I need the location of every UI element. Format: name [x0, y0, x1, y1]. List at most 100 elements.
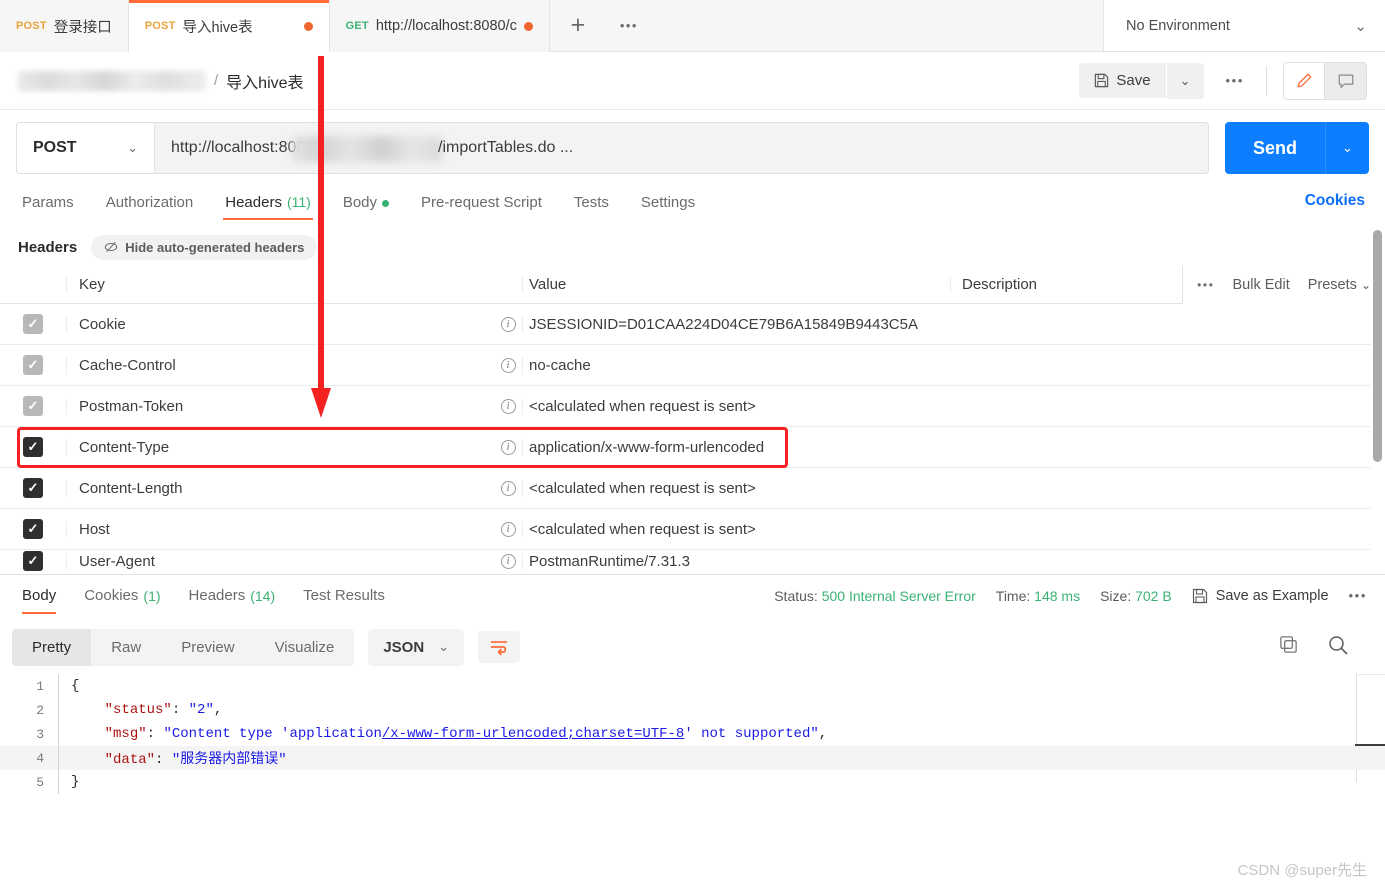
info-cell[interactable]: i — [494, 480, 522, 496]
table-more-button[interactable]: ••• — [1197, 278, 1214, 292]
header-key-cell[interactable]: Content-Length — [66, 479, 494, 497]
tabbar-filler — [651, 0, 1104, 51]
header-value-cell[interactable]: application/x-www-form-urlencoded — [522, 438, 950, 456]
header-value-cell[interactable]: <calculated when request is sent> — [522, 479, 950, 497]
save-options-button[interactable]: ⌄ — [1166, 62, 1204, 99]
row-checkbox[interactable]: ✓ — [0, 396, 66, 416]
view-raw-button[interactable]: Raw — [91, 629, 161, 666]
format-selector[interactable]: JSON ⌄ — [368, 628, 465, 666]
tab-label: Pre-request Script — [421, 194, 542, 211]
request-more-button[interactable]: ••• — [1204, 73, 1266, 88]
breadcrumb[interactable]: / 导入hive表 — [0, 69, 304, 93]
info-cell[interactable]: i — [494, 553, 522, 569]
tab-label: Test Results — [303, 587, 385, 604]
table-row[interactable]: ✓ User-Agent i PostmanRuntime/7.31.3 — [0, 550, 1371, 572]
wrap-lines-button[interactable] — [478, 631, 521, 663]
header-key-cell[interactable]: Postman-Token — [66, 397, 494, 415]
row-checkbox[interactable]: ✓ — [0, 437, 66, 457]
info-icon: i — [500, 480, 516, 496]
tab-authorization[interactable]: Authorization — [90, 194, 210, 220]
header-key-cell[interactable]: User-Agent — [66, 552, 494, 570]
edit-button[interactable] — [1283, 61, 1325, 100]
response-tab-headers[interactable]: Headers (14) — [175, 575, 290, 617]
response-tab-cookies[interactable]: Cookies (1) — [70, 575, 174, 617]
floppy-disk-icon — [1095, 73, 1109, 88]
response-body-code[interactable]: 1 { 2 "status": "2", 3 "msg": "Content t… — [0, 674, 1385, 814]
info-icon: i — [500, 521, 516, 537]
table-row[interactable]: ✓ Postman-Token i <calculated when reque… — [0, 386, 1371, 427]
header-value-cell[interactable]: JSESSIONID=D01CAA224D04CE79B6A15849B9443… — [522, 315, 950, 333]
tab-settings[interactable]: Settings — [625, 194, 711, 220]
view-pretty-button[interactable]: Pretty — [12, 628, 92, 666]
row-checkbox[interactable]: ✓ — [0, 551, 66, 571]
header-value-cell[interactable]: <calculated when request is sent> — [522, 520, 950, 538]
row-checkbox[interactable]: ✓ — [0, 314, 66, 334]
response-more-button[interactable]: ••• — [1349, 588, 1367, 603]
info-cell[interactable]: i — [494, 398, 522, 414]
tab-method: GET — [345, 20, 369, 32]
send-options-button[interactable]: ⌄ — [1325, 122, 1369, 174]
send-button[interactable]: Send — [1224, 122, 1325, 174]
postman-window: POST 登录接口 POST 导入hive表 GET http://localh… — [0, 0, 1385, 892]
tab-body[interactable]: Body — [327, 194, 405, 220]
tab-tests[interactable]: Tests — [558, 194, 625, 220]
hide-auto-generated-headers-button[interactable]: Hide auto-generated headers — [91, 234, 318, 260]
tab-params[interactable]: Params — [18, 194, 90, 220]
comment-button[interactable] — [1325, 61, 1367, 100]
header-key-cell[interactable]: Cookie — [66, 315, 494, 333]
new-tab-button[interactable]: + — [550, 0, 606, 51]
headers-subbar: Headers Hide auto-generated headers — [0, 228, 1385, 266]
code-line-1: 1 { — [0, 674, 1385, 698]
environment-selector[interactable]: No Environment ⌄ — [1104, 0, 1385, 51]
header-key-cell[interactable]: Content-Type — [66, 438, 494, 456]
headers-scrollbar[interactable] — [1373, 230, 1382, 462]
row-checkbox[interactable]: ✓ — [0, 478, 66, 498]
response-tab-body[interactable]: Body — [18, 575, 70, 617]
info-icon: i — [500, 316, 516, 332]
tab-headers[interactable]: Headers (11) — [209, 194, 327, 220]
code-line-2: 2 "status": "2", — [0, 698, 1385, 722]
response-tab-test-results[interactable]: Test Results — [289, 575, 399, 617]
row-checkbox[interactable]: ✓ — [0, 519, 66, 539]
cookies-link[interactable]: Cookies — [1305, 192, 1365, 210]
view-preview-button[interactable]: Preview — [161, 629, 254, 666]
request-tab-1[interactable]: POST 导入hive表 — [128, 0, 330, 52]
info-icon: i — [500, 357, 516, 373]
table-row[interactable]: ✓ Cookie i JSESSIONID=D01CAA224D04CE79B6… — [0, 304, 1371, 345]
line-number: 3 — [36, 726, 44, 742]
save-button[interactable]: Save — [1079, 63, 1166, 98]
header-value-cell[interactable]: no-cache — [522, 356, 950, 374]
comment-icon — [1338, 74, 1353, 88]
tab-pre-request-script[interactable]: Pre-request Script — [405, 194, 558, 220]
header-key-cell[interactable]: Host — [66, 520, 494, 538]
breadcrumb-row: / 导入hive表 Save ⌄ ••• — [0, 52, 1385, 110]
view-visualize-button[interactable]: Visualize — [255, 629, 355, 666]
save-as-example-label: Save as Example — [1215, 587, 1329, 604]
bulk-edit-button[interactable]: Bulk Edit — [1233, 277, 1290, 293]
save-as-example-button[interactable]: Save as Example — [1192, 588, 1329, 604]
table-row[interactable]: ✓ Host i <calculated when request is sen… — [0, 509, 1371, 550]
table-row-content-type[interactable]: ✓ Content-Type i application/x-www-form-… — [0, 427, 1371, 468]
search-button[interactable] — [1327, 634, 1349, 661]
header-value-cell[interactable]: PostmanRuntime/7.31.3 — [522, 552, 950, 570]
info-cell[interactable]: i — [494, 439, 522, 455]
request-tab-2[interactable]: GET http://localhost:8080/c — [329, 0, 550, 52]
info-cell[interactable]: i — [494, 316, 522, 332]
request-tab-0[interactable]: POST 登录接口 — [0, 0, 129, 52]
row-checkbox[interactable]: ✓ — [0, 355, 66, 375]
inline-link[interactable]: /x-www-form-urlencoded;charset=UTF-8 — [382, 726, 684, 742]
table-row[interactable]: ✓ Content-Length i <calculated when requ… — [0, 468, 1371, 509]
info-cell[interactable]: i — [494, 521, 522, 537]
header-key-cell[interactable]: Cache-Control — [66, 356, 494, 374]
page-title: 导入hive表 — [226, 74, 304, 92]
info-cell[interactable]: i — [494, 357, 522, 373]
tab-label: Authorization — [105, 194, 194, 211]
tab-options-button[interactable]: ••• — [606, 0, 652, 51]
method-selector[interactable]: POST ⌄ — [16, 122, 154, 174]
presets-button[interactable]: Presets ⌄ — [1308, 277, 1371, 293]
code-line-5: 5 } — [0, 770, 1385, 794]
copy-button[interactable] — [1278, 634, 1299, 660]
header-value-cell[interactable]: <calculated when request is sent> — [522, 397, 950, 415]
pencil-icon — [1297, 73, 1312, 87]
table-row[interactable]: ✓ Cache-Control i no-cache — [0, 345, 1371, 386]
